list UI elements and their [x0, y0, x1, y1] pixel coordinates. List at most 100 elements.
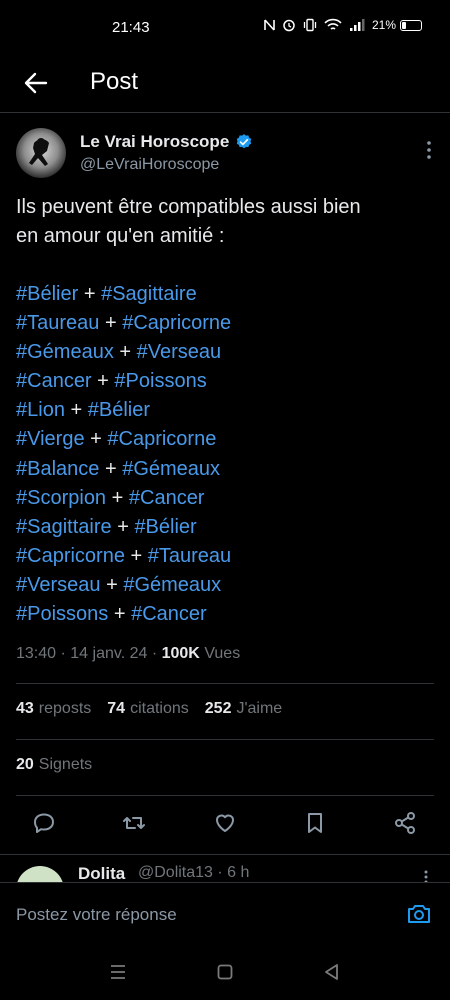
like-icon[interactable] — [212, 810, 238, 836]
camera-icon[interactable] — [406, 901, 432, 927]
avatar[interactable] — [16, 128, 66, 178]
hashtag-link[interactable]: #Cancer — [129, 487, 205, 509]
plus-sign: + — [130, 544, 143, 567]
likes-count: 252 — [204, 700, 232, 717]
tweet-date: 14 janv. 24 — [70, 645, 148, 662]
author-handle[interactable]: @LeVraiHoroscope — [80, 156, 219, 174]
reply-icon[interactable] — [31, 810, 57, 836]
plus-sign: + — [97, 370, 109, 393]
page-title: Post — [90, 68, 139, 95]
battery: 21% — [372, 18, 422, 32]
status-icons: 21% — [264, 18, 422, 32]
meta-dot: · — [60, 645, 66, 662]
nfc-icon — [264, 19, 275, 31]
share-icon[interactable] — [392, 810, 418, 836]
plus-sign: + — [83, 283, 96, 305]
repost-icon[interactable] — [121, 810, 147, 836]
reposts-count: 43 — [16, 700, 34, 717]
alarm-icon — [283, 19, 295, 32]
hashtag-row: #Capricorne + #Taureau — [16, 542, 436, 571]
more-icon[interactable] — [426, 140, 432, 160]
hashtag-list: #Bélier + #Sagittaire #Taureau + #Caprico… — [16, 280, 436, 629]
plus-sign: + — [113, 603, 126, 626]
hashtag-link[interactable]: #Gémeaux — [16, 341, 114, 363]
hashtag-row: #Balance + #Gémeaux — [16, 455, 436, 484]
menu-icon[interactable] — [108, 962, 128, 982]
reply-author-name[interactable]: Dolita — [78, 864, 125, 882]
reposts-label: reposts — [38, 700, 92, 717]
divider — [0, 112, 450, 113]
hashtag-link[interactable]: #Verseau — [16, 574, 101, 596]
more-icon[interactable] — [424, 870, 428, 882]
wifi-icon — [324, 18, 342, 30]
battery-icon — [400, 19, 422, 31]
bookmark-icon[interactable] — [302, 810, 328, 836]
hashtag-link[interactable]: #Taureau — [148, 545, 231, 567]
hashtag-link[interactable]: #Bélier — [16, 283, 78, 305]
divider — [16, 795, 434, 796]
back-arrow-icon[interactable] — [22, 69, 50, 97]
hashtag-link[interactable]: #Poissons — [16, 603, 108, 625]
back-icon[interactable] — [322, 962, 342, 982]
plus-sign: + — [117, 515, 129, 538]
plus-sign: + — [90, 428, 102, 451]
hashtag-link[interactable]: #Cancer — [131, 603, 207, 625]
hashtag-link[interactable]: #Capricorne — [122, 312, 231, 334]
author-name-text: Le Vrai Horoscope — [80, 132, 230, 151]
hashtag-row: #Lion + #Bélier — [16, 396, 436, 425]
plus-sign: + — [70, 399, 83, 422]
hashtag-link[interactable]: #Cancer — [16, 370, 92, 392]
quotes-count: 74 — [107, 700, 126, 717]
plus-sign: + — [119, 341, 132, 364]
hashtag-link[interactable]: #Sagittaire — [16, 516, 112, 538]
likes-stat[interactable]: 252 J'aime — [205, 700, 282, 718]
hashtag-link[interactable]: #Gémeaux — [122, 458, 220, 480]
hashtag-link[interactable]: #Bélier — [88, 399, 150, 421]
hashtag-link[interactable]: #Lion — [16, 399, 65, 421]
divider — [16, 739, 434, 740]
hashtag-row: #Scorpion + #Cancer — [16, 484, 436, 513]
meta-dot: · — [151, 645, 158, 662]
top-bar: Post — [0, 56, 450, 112]
hashtag-link[interactable]: #Sagittaire — [101, 283, 197, 305]
reposts-stat[interactable]: 43 reposts — [16, 700, 91, 718]
tweet-line: en amour qu'en amitié : — [16, 225, 225, 247]
views-count[interactable]: 100K — [162, 645, 200, 662]
bookmarks-stat[interactable]: 20 Signets — [16, 756, 92, 774]
likes-label: J'aime — [236, 700, 283, 717]
reply-composer[interactable]: Postez votre réponse — [0, 882, 450, 948]
reply-avatar[interactable] — [16, 866, 64, 882]
hashtag-link[interactable]: #Bélier — [134, 516, 196, 538]
reply-input[interactable]: Postez votre réponse — [16, 905, 177, 925]
tweet-author: Le Vrai Horoscope @LeVraiHoroscope — [16, 128, 436, 180]
hashtag-link[interactable]: #Capricorne — [107, 428, 216, 450]
plus-sign: + — [104, 457, 117, 480]
tweet-time: 13:40 — [16, 645, 57, 662]
hashtag-link[interactable]: #Taureau — [16, 312, 99, 334]
hashtag-link[interactable]: #Capricorne — [16, 545, 125, 567]
hashtag-link[interactable]: #Verseau — [137, 341, 222, 363]
hashtag-row: #Cancer + #Poissons — [16, 367, 436, 396]
reply-author-handle: @Dolita13 · 6 h — [138, 864, 250, 881]
action-bar — [0, 808, 450, 840]
hashtag-link[interactable]: #Scorpion — [16, 487, 106, 509]
hashtag-row: #Vierge + #Capricorne — [16, 425, 436, 454]
hashtag-row: #Sagittaire + #Bélier — [16, 513, 436, 542]
quotes-label: citations — [130, 700, 189, 717]
home-icon[interactable] — [215, 962, 235, 982]
verified-icon — [237, 134, 252, 149]
hashtag-link[interactable]: #Poissons — [114, 370, 206, 392]
hashtag-row: #Verseau + #Gémeaux — [16, 571, 436, 600]
plus-sign: + — [106, 573, 118, 596]
author-name[interactable]: Le Vrai Horoscope — [80, 132, 253, 152]
hashtag-link[interactable]: #Gémeaux — [123, 574, 221, 596]
battery-fill — [402, 21, 406, 29]
hashtag-link[interactable]: #Balance — [16, 458, 99, 480]
status-time: 21:43 — [112, 19, 150, 36]
hashtag-link[interactable]: #Vierge — [16, 428, 85, 450]
status-bar: 21:43 21% — [0, 0, 450, 56]
quotes-stat[interactable]: 74 citations — [107, 700, 189, 718]
hashtag-row: #Poissons + #Cancer — [16, 600, 436, 629]
hashtag-row: #Bélier + #Sagittaire — [16, 280, 436, 309]
reply-preview[interactable]: Dolita @Dolita13 · 6 h — [0, 856, 450, 882]
